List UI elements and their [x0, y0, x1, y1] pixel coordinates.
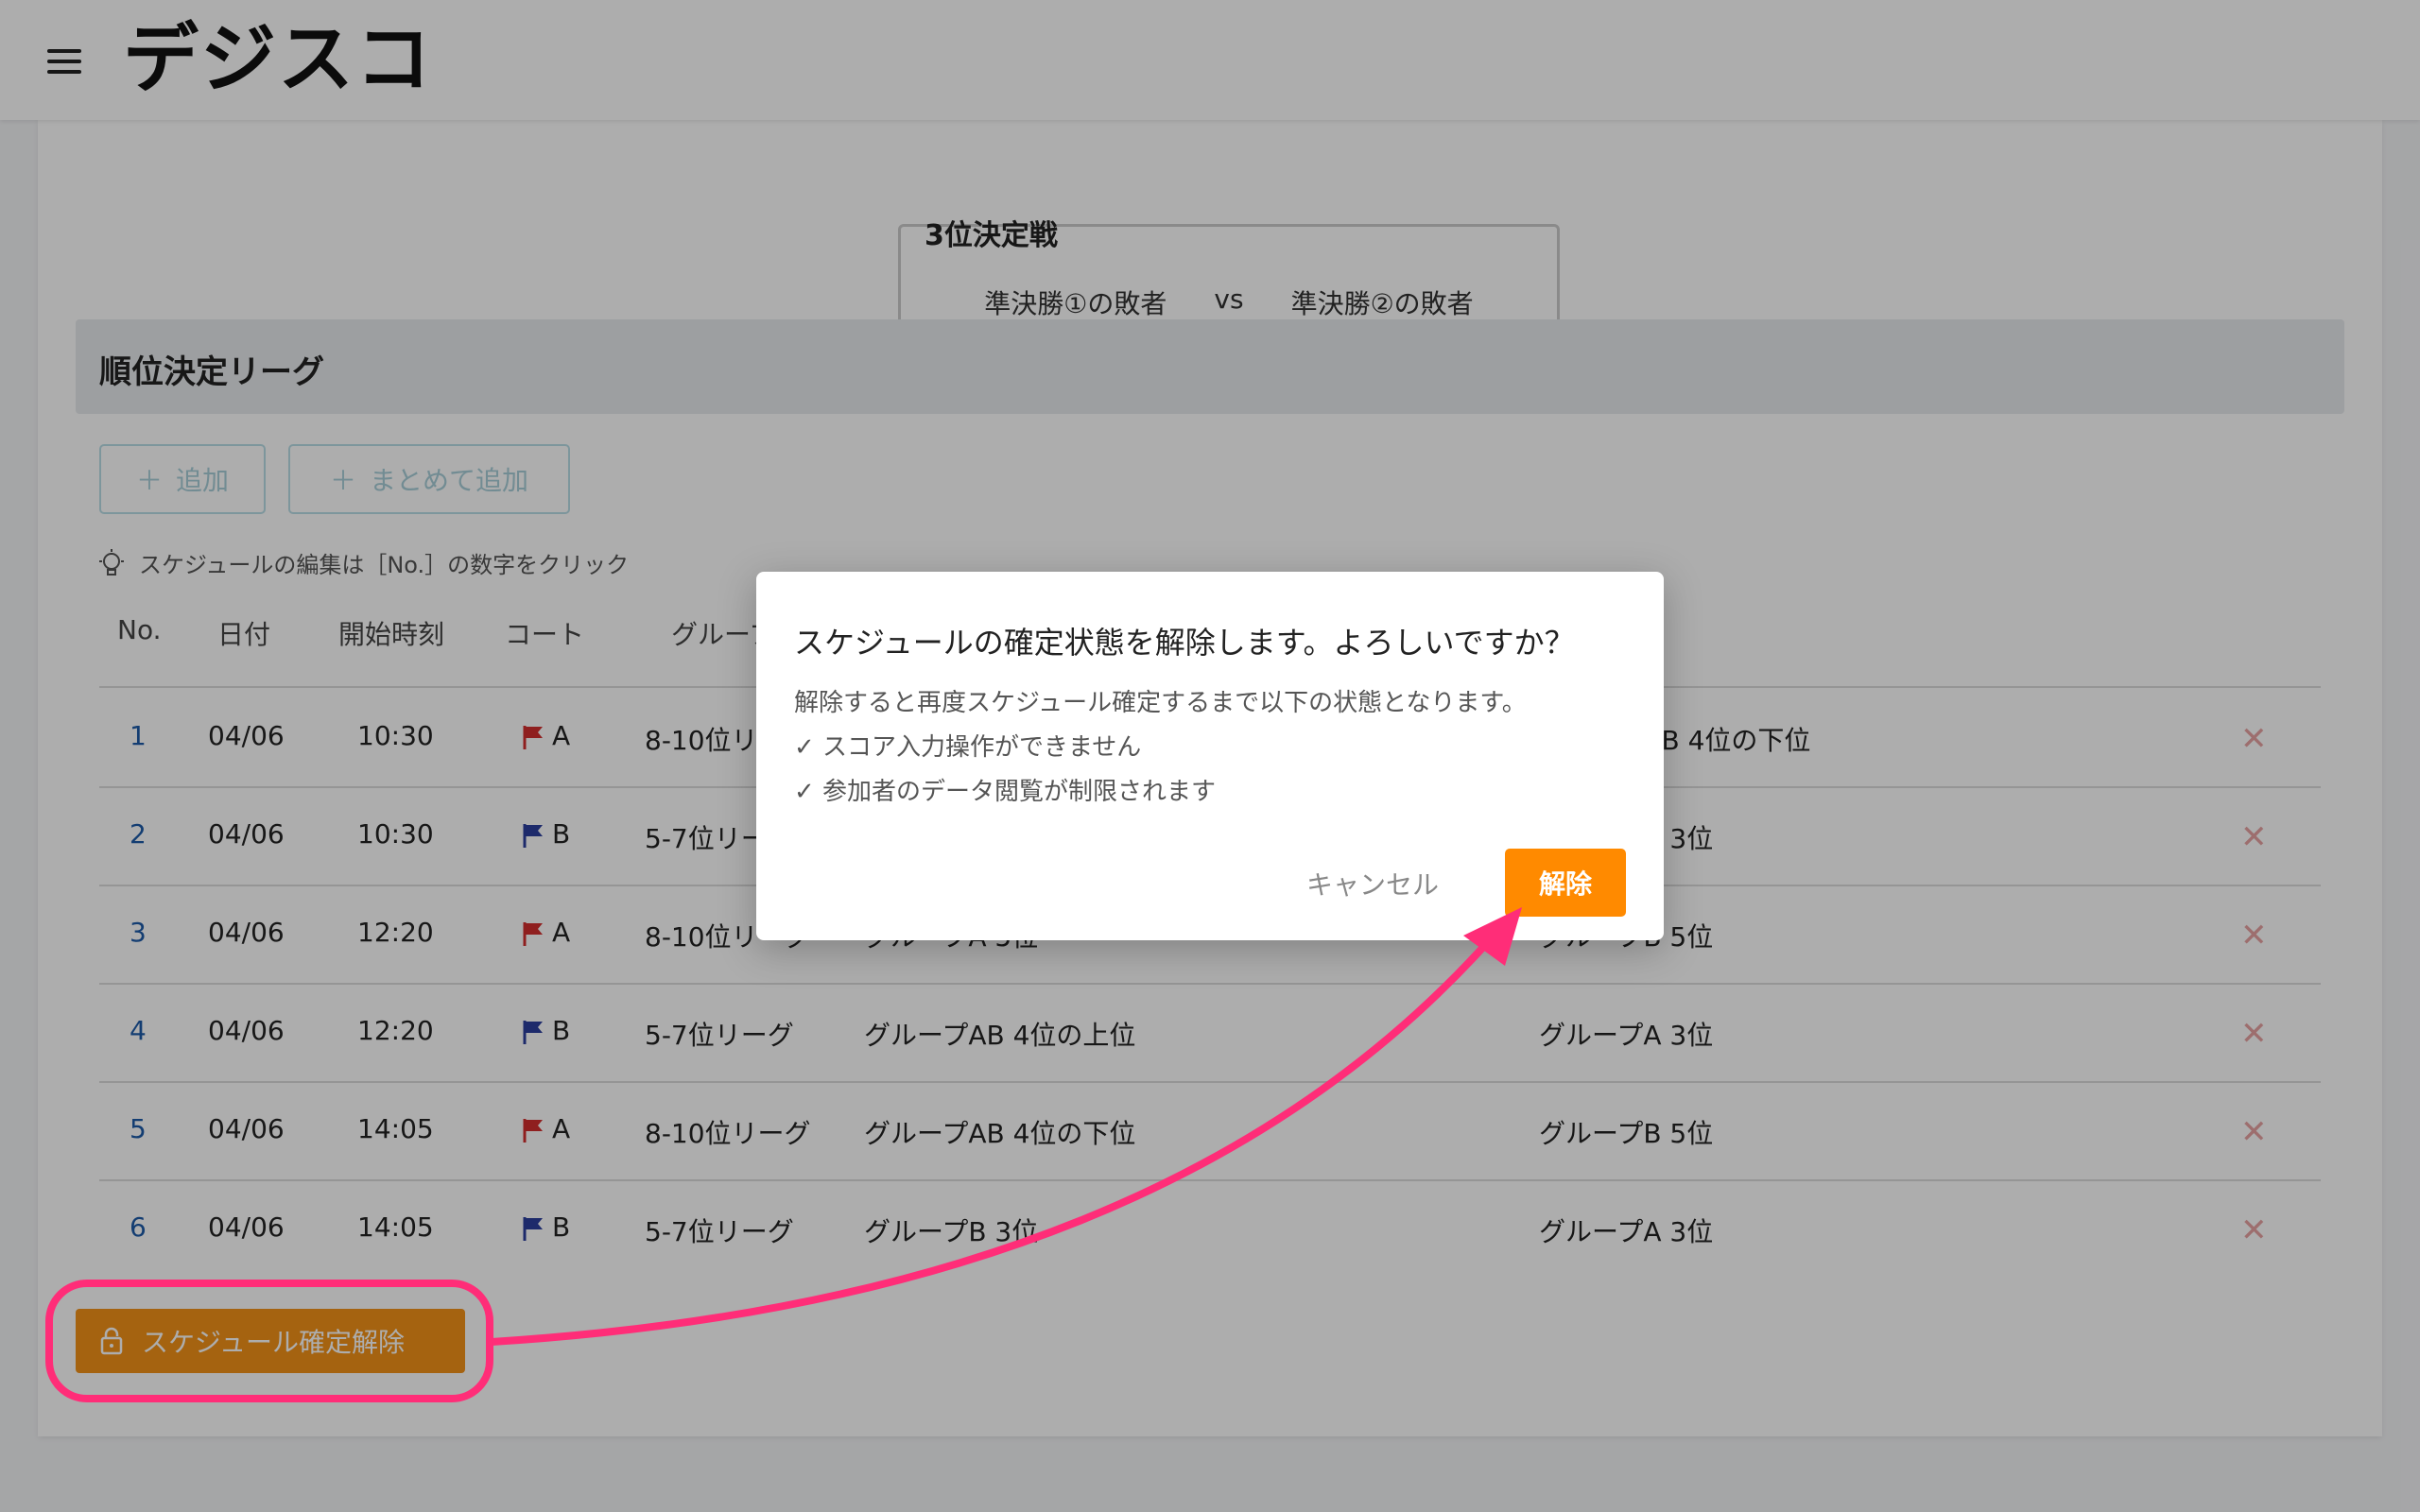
- dialog-title: スケジュールの確定状態を解除します。よろしいですか？: [794, 625, 1575, 661]
- dialog-body: 解除すると再度スケジュール確定するまで以下の状態となります。 ✓ スコア入力操作…: [794, 681, 1527, 815]
- dialog-line-2: ✓ スコア入力操作ができません: [794, 733, 1142, 762]
- dialog-line-3: ✓ 参加者のデータ閲覧が制限されます: [794, 778, 1217, 806]
- confirm-unlock-button[interactable]: 解除: [1505, 849, 1626, 917]
- dialog-line-1: 解除すると再度スケジュール確定するまで以下の状態となります。: [794, 689, 1527, 717]
- cancel-button[interactable]: キャンセル: [1306, 865, 1439, 902]
- confirm-dialog: スケジュールの確定状態を解除します。よろしいですか？ 解除すると再度スケジュール…: [756, 572, 1664, 940]
